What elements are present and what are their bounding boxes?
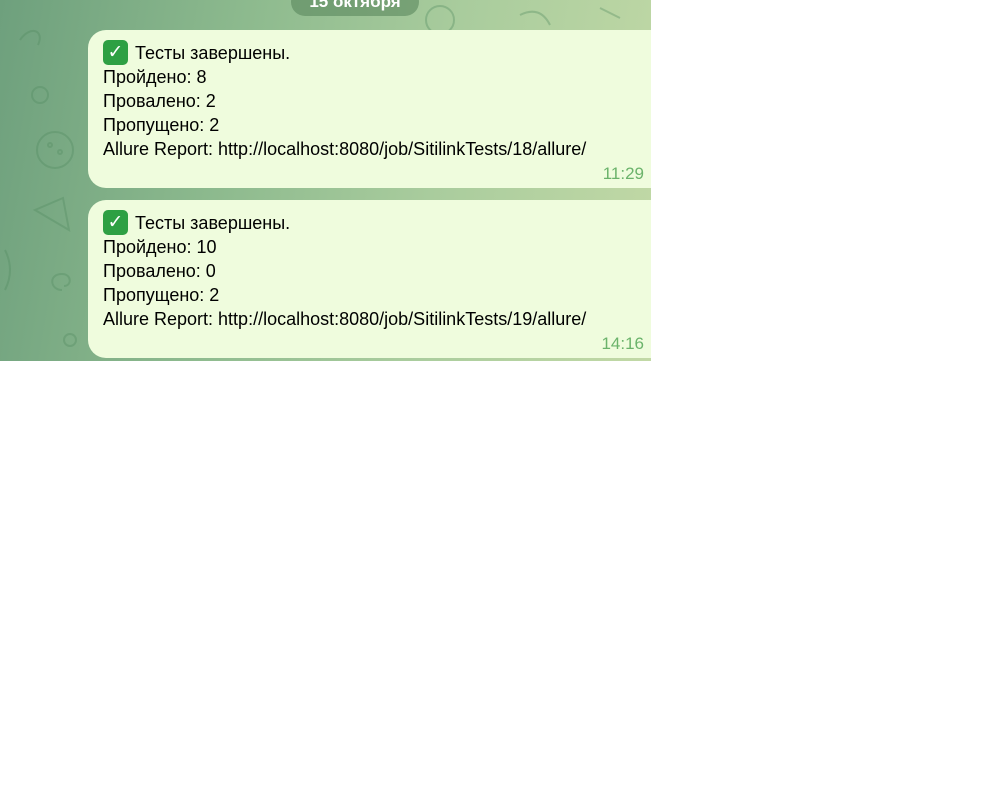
- message-time: 14:16: [601, 334, 644, 353]
- passed-count: Пройдено: 8: [103, 67, 207, 87]
- skipped-count: Пропущено: 2: [103, 285, 220, 305]
- message-title-line: ✓ Тесты завершены.: [103, 210, 651, 235]
- check-mark-icon: ✓: [103, 40, 128, 65]
- message-bubble[interactable]: ✓ Тесты завершены. Пройдено: 8 Провалено…: [88, 30, 651, 188]
- passed-count: Пройдено: 10: [103, 237, 217, 257]
- skipped-count: Пропущено: 2: [103, 115, 220, 135]
- failed-count: Провалено: 0: [103, 261, 216, 281]
- message-time: 11:29: [602, 164, 644, 183]
- message-title: Тесты завершены.: [135, 42, 291, 63]
- date-separator: 15 октября: [291, 0, 419, 16]
- message-title: Тесты завершены.: [135, 212, 291, 233]
- report-link[interactable]: Allure Report: http://localhost:8080/job…: [103, 307, 651, 331]
- chat-area: 15 октября ✓ Тесты завершены. Пройдено: …: [0, 0, 651, 361]
- message-title-line: ✓ Тесты завершены.: [103, 40, 651, 65]
- message-bubble[interactable]: ✓ Тесты завершены. Пройдено: 10 Провален…: [88, 200, 651, 358]
- report-link[interactable]: Allure Report: http://localhost:8080/job…: [103, 137, 651, 161]
- check-mark-icon: ✓: [103, 210, 128, 235]
- failed-count: Провалено: 2: [103, 91, 216, 111]
